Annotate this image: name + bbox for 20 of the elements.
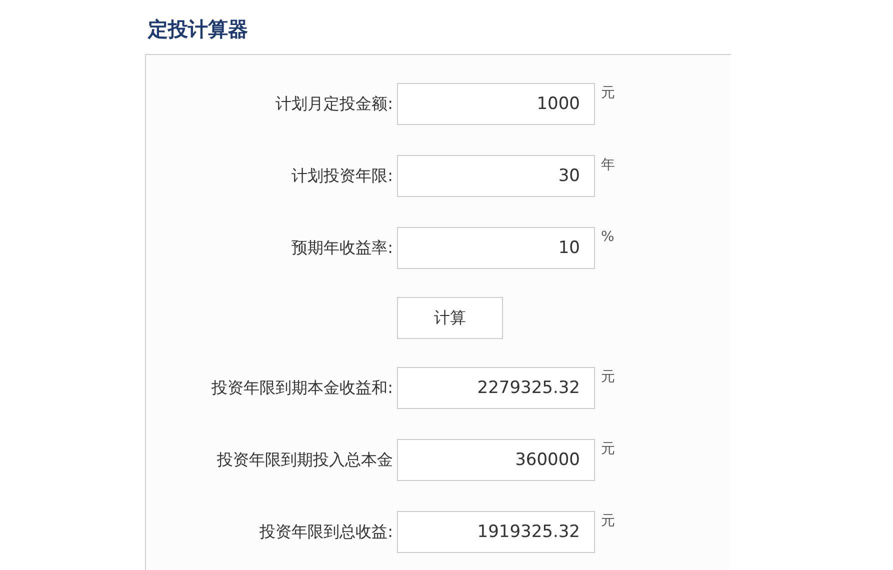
field-label: 投资年限到期投入总本金	[216, 449, 393, 471]
number-field[interactable]: 30	[397, 155, 595, 197]
page-title: 定投计算器	[146, 16, 249, 43]
field-label: 投资年限到总收益:	[258, 521, 393, 543]
field-label: 计划月定投金额:	[274, 93, 393, 115]
number-field[interactable]: 2279325.32	[397, 367, 595, 409]
unit-label: 元	[601, 440, 615, 459]
unit-label: 年	[601, 156, 615, 175]
number-field[interactable]: 360000	[397, 439, 595, 481]
number-field[interactable]: 10	[397, 227, 595, 269]
unit-label: 元	[601, 512, 615, 531]
unit-label: %	[601, 228, 614, 247]
field-label: 预期年收益率:	[290, 237, 393, 259]
field-label: 计划投资年限:	[290, 165, 393, 187]
unit-label: 元	[601, 84, 615, 103]
field-label: 投资年限到期本金收益和:	[210, 377, 393, 399]
calculate-button[interactable]: 计算	[397, 297, 503, 339]
number-field[interactable]: 1919325.32	[397, 511, 595, 553]
unit-label: 元	[601, 368, 615, 387]
number-field[interactable]: 1000	[397, 83, 595, 125]
